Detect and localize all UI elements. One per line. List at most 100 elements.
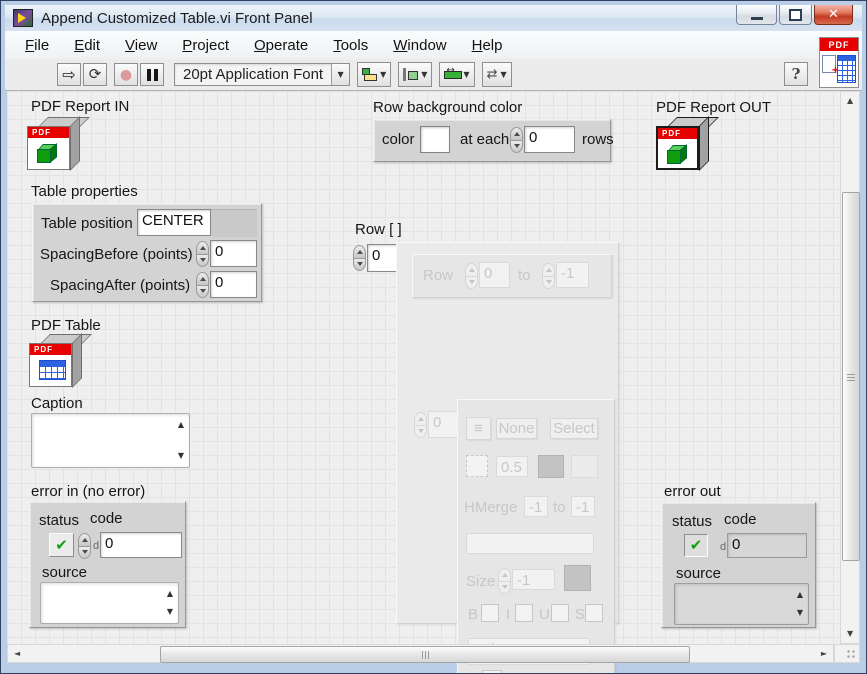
table-position-label: Table position xyxy=(41,215,133,232)
title-bar[interactable]: Append Customized Table.vi Front Panel ✕ xyxy=(5,5,862,31)
pdf-report-out-refnum[interactable]: PDF xyxy=(656,117,708,171)
menu-tools[interactable]: Tools xyxy=(323,34,378,57)
rows-stepper[interactable] xyxy=(510,127,523,153)
scroll-right-icon[interactable]: ► xyxy=(821,650,827,658)
text-color-box xyxy=(564,565,591,591)
front-panel-workspace[interactable]: PDF Report IN PDF Row background color c… xyxy=(7,91,840,644)
pdf-table-refnum[interactable]: PDF xyxy=(29,334,81,388)
maximize-button[interactable] xyxy=(779,5,812,25)
close-icon: ✕ xyxy=(828,7,839,22)
increment-icon xyxy=(465,263,478,277)
minimize-button[interactable] xyxy=(736,5,777,25)
pdf-report-out-label: PDF Report OUT xyxy=(656,99,771,116)
decrement-icon[interactable] xyxy=(353,259,366,272)
pdf-report-in-refnum[interactable]: PDF xyxy=(27,117,79,171)
menu-edit[interactable]: Edit xyxy=(64,34,110,57)
scroll-up-icon[interactable]: ▲ xyxy=(847,97,853,105)
spacing-after-stepper[interactable] xyxy=(196,272,209,298)
font-selector-dropdown[interactable]: ▼ xyxy=(331,64,349,85)
distribute-objects-button[interactable]: ▼ xyxy=(398,62,432,87)
abort-button[interactable]: ● xyxy=(114,63,138,86)
reorder-button[interactable]: ⇄ ▼ xyxy=(482,62,512,87)
pause-icon xyxy=(147,69,158,81)
decrement-icon xyxy=(414,426,427,439)
chevron-down-icon: ▼ xyxy=(380,70,386,79)
rows-value-field[interactable]: 0 xyxy=(524,126,575,153)
caption-text-box[interactable]: ▲ ▼ xyxy=(31,413,190,468)
decrement-icon[interactable] xyxy=(196,255,209,268)
window-title: Append Customized Table.vi Front Panel xyxy=(41,10,313,27)
scroll-down-icon[interactable]: ▼ xyxy=(178,452,184,460)
table-position-field-extension[interactable] xyxy=(211,209,257,237)
context-help-button[interactable]: ? xyxy=(784,62,808,86)
code-radix: d xyxy=(720,541,726,553)
menu-project[interactable]: Project xyxy=(172,34,239,57)
size-label: Size xyxy=(466,573,495,590)
distribute-objects-icon xyxy=(403,68,418,81)
close-button[interactable]: ✕ xyxy=(814,5,853,25)
scroll-left-icon[interactable]: ◄ xyxy=(14,650,20,658)
row-range-cluster: Row 0 to -1 xyxy=(412,254,612,298)
increment-icon[interactable] xyxy=(196,241,209,255)
scroll-up-icon[interactable]: ▲ xyxy=(797,591,803,599)
menu-help[interactable]: Help xyxy=(462,34,513,57)
row-array-index-stepper[interactable] xyxy=(353,245,366,271)
menu-window[interactable]: Window xyxy=(383,34,456,57)
menu-file[interactable]: File xyxy=(15,34,59,57)
scroll-down-icon[interactable]: ▼ xyxy=(167,608,173,616)
row-range-label: Row xyxy=(423,267,453,284)
increment-icon[interactable] xyxy=(196,272,209,286)
code-field: 0 xyxy=(727,533,807,558)
scroll-down-icon[interactable]: ▼ xyxy=(797,609,803,617)
cube-side-face xyxy=(72,333,82,388)
color-box[interactable] xyxy=(420,126,450,153)
spacing-before-field[interactable]: 0 xyxy=(210,240,257,267)
code-field[interactable]: 0 xyxy=(100,532,182,558)
italic-label: I xyxy=(506,606,510,623)
status-ok-icon: ✔ xyxy=(55,538,68,553)
increment-icon[interactable] xyxy=(353,245,366,259)
code-radix[interactable]: d xyxy=(93,540,99,552)
pause-button[interactable] xyxy=(140,63,164,86)
run-continuously-icon: ⟳ xyxy=(89,67,102,82)
scroll-up-icon[interactable]: ▲ xyxy=(178,421,184,429)
menu-view[interactable]: View xyxy=(115,34,167,57)
source-text-box[interactable]: ▲ ▼ xyxy=(40,582,179,624)
decrement-icon[interactable] xyxy=(78,547,91,560)
scroll-down-icon[interactable]: ▼ xyxy=(847,630,853,638)
spacing-after-label: SpacingAfter (points) xyxy=(50,277,190,294)
increment-icon[interactable] xyxy=(510,127,523,141)
run-continuously-button[interactable]: ⟳ xyxy=(83,63,107,86)
horizontal-scrollbar-thumb[interactable] xyxy=(160,646,690,663)
code-stepper[interactable] xyxy=(78,533,91,559)
vi-icon[interactable]: PDF + xyxy=(819,37,859,88)
status-label: status xyxy=(672,513,712,530)
justify-button: ≡ xyxy=(466,417,491,440)
status-ok-icon: ✔ xyxy=(690,538,703,553)
spacing-after-field[interactable]: 0 xyxy=(210,271,257,298)
font-selector[interactable]: 20pt Application Font ▼ xyxy=(174,63,350,86)
increment-icon[interactable] xyxy=(78,533,91,547)
resize-objects-button[interactable]: ↔ ▼ xyxy=(439,62,474,87)
status-boolean[interactable]: ✔ xyxy=(49,533,74,557)
status-label: status xyxy=(39,512,79,529)
menu-operate[interactable]: Operate xyxy=(244,34,318,57)
row-to-label: to xyxy=(518,267,531,284)
table-position-field[interactable]: CENTER xyxy=(137,209,211,236)
border-color-box xyxy=(538,455,564,478)
pdf-table-label: PDF Table xyxy=(31,317,101,334)
decrement-icon[interactable] xyxy=(196,286,209,299)
run-button[interactable]: ⇨ xyxy=(57,63,81,86)
decrement-icon[interactable] xyxy=(510,141,523,154)
at-each-label: at each xyxy=(460,131,509,148)
vertical-scrollbar-thumb[interactable] xyxy=(842,192,860,561)
vertical-scrollbar[interactable]: ▲ ▼ xyxy=(840,91,860,644)
horizontal-scrollbar[interactable]: ◄ ► xyxy=(7,644,834,663)
scroll-up-icon[interactable]: ▲ xyxy=(167,590,173,598)
spacing-before-stepper[interactable] xyxy=(196,241,209,267)
resize-grip[interactable] xyxy=(834,644,860,663)
italic-checkbox xyxy=(515,604,533,622)
align-objects-button[interactable]: ▼ xyxy=(357,62,391,87)
row-background-color-cluster: color at each 0 rows xyxy=(373,119,611,162)
pdf-badge: PDF xyxy=(658,128,697,139)
